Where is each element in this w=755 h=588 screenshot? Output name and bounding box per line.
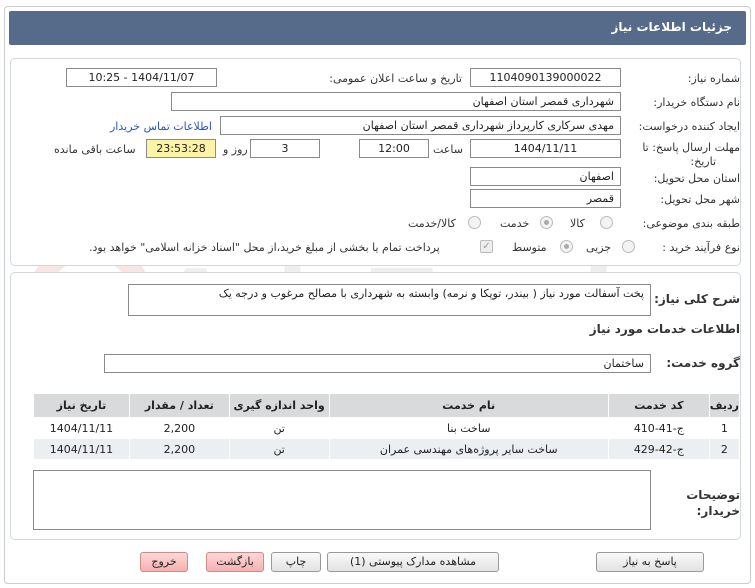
deadline-date-field: 1404/11/11 xyxy=(470,139,621,158)
col-qty: تعداد / مقدار xyxy=(128,393,230,418)
cell-name: ساخت بنا xyxy=(328,417,609,439)
info-panel xyxy=(10,58,741,266)
cell-date: 1404/11/11 xyxy=(33,438,130,460)
buyer-notes-textarea[interactable] xyxy=(33,470,651,530)
category-option-service: خدمت xyxy=(500,217,530,230)
buyer-org-label: نام دستگاه خریدار: xyxy=(653,96,740,109)
process-option-minor: جزیی xyxy=(586,241,612,254)
cell-unit: تن xyxy=(228,438,330,460)
cell-date: 1404/11/11 xyxy=(33,417,130,439)
col-row: ردیف xyxy=(708,393,741,418)
buyer-notes-label: توضیحات xyxy=(686,488,740,502)
attachments-button[interactable]: مشاهده مدارک پیوستی (1) xyxy=(327,552,499,572)
process-option-medium: متوسط xyxy=(512,241,547,254)
table-header-row: ردیف کد خدمت نام خدمت واحد اندازه گیری ت… xyxy=(33,393,741,418)
city-field: قمصر xyxy=(470,189,621,208)
buyer-notes-label-2: خریدار: xyxy=(696,504,740,518)
col-unit: واحد اندازه گیری xyxy=(228,393,330,418)
announce-label: تاریخ و ساعت اعلان عمومی: xyxy=(329,72,462,85)
category-radio-goods-service[interactable] xyxy=(468,216,481,229)
cell-code: ج-41-410 xyxy=(607,417,710,439)
treasury-bond-checkbox[interactable]: ✓ xyxy=(480,240,493,253)
category-option-goods-service: کالا/خدمت xyxy=(408,217,456,230)
treasury-note: پرداخت تمام یا بخشی از مبلغ خرید،از محل … xyxy=(89,241,440,254)
category-option-goods: کالا xyxy=(570,217,585,230)
cell-name: ساخت سایر پروژه‌های مهندسی عمران xyxy=(328,438,609,460)
service-group-field: ساختمان xyxy=(104,354,651,373)
province-field: اصفهان xyxy=(470,167,621,186)
city-label: شهر محل تحویل: xyxy=(660,193,740,206)
buyer-org-field: شهرداری قمصر استان اصفهان xyxy=(171,92,621,111)
table-row: 2 ج-42-429 ساخت سایر پروژه‌های مهندسی عم… xyxy=(33,438,741,460)
description-textarea[interactable]: پخت آسفالت مورد نیاز ( بیندر، توپکا و نر… xyxy=(128,284,651,316)
days-label: روز و xyxy=(223,143,248,156)
category-label: طبقه بندی موضوعی: xyxy=(642,217,740,230)
deadline-time-field: 12:00 xyxy=(359,139,429,158)
requester-label: ایجاد کننده درخواست: xyxy=(638,120,740,133)
cell-unit: تن xyxy=(228,417,330,439)
need-number-label: شماره نیاز: xyxy=(687,72,740,85)
days-remaining-field: 3 xyxy=(250,139,320,158)
cell-qty: 2,200 xyxy=(128,417,230,439)
deadline-time-label: ساعت xyxy=(433,143,463,156)
process-radio-minor[interactable] xyxy=(622,240,635,253)
table-row: 1 ج-41-410 ساخت بنا تن 2,200 1404/11/11 xyxy=(33,417,741,439)
process-radio-medium[interactable] xyxy=(560,240,573,253)
col-code: کد خدمت xyxy=(607,393,710,418)
title-bar: جزئیات اطلاعات نیاز xyxy=(9,11,746,45)
announce-datetime-field: 1404/11/07 - 10:25 xyxy=(66,68,217,87)
deadline-label: مهلت ارسال پاسخ: تا xyxy=(642,141,740,154)
print-button[interactable]: چاپ xyxy=(271,552,321,572)
page-title: جزئیات اطلاعات نیاز xyxy=(611,20,732,34)
col-date: تاریخ نیاز xyxy=(33,393,130,418)
reply-button[interactable]: پاسخ به نیاز xyxy=(596,552,704,572)
deadline-label-date: تاریخ: xyxy=(690,155,716,168)
category-radio-goods[interactable] xyxy=(600,216,613,229)
need-number-field: 1104090139000022 xyxy=(470,68,621,87)
cell-row: 2 xyxy=(708,438,741,460)
remaining-time-field: 23:53:28 xyxy=(146,139,216,158)
cell-qty: 2,200 xyxy=(128,438,230,460)
buyer-contact-link[interactable]: اطلاعات تماس خریدار xyxy=(110,120,212,133)
process-label: نوع فرآیند خرید : xyxy=(662,241,740,254)
cell-row: 1 xyxy=(708,417,741,439)
service-group-label: گروه خدمت: xyxy=(666,356,740,370)
description-label: شرح کلی نیاز: xyxy=(654,292,740,306)
category-radio-service[interactable] xyxy=(540,216,553,229)
exit-button[interactable]: خروج xyxy=(140,552,188,572)
back-button[interactable]: بازگشت xyxy=(206,552,264,572)
services-section-title: اطلاعات خدمات مورد نیاز xyxy=(589,322,740,336)
remaining-label: ساعت باقی مانده xyxy=(54,143,136,156)
requester-field: مهدی سرکاری کارپرداز شهرداری قمصر استان … xyxy=(220,116,621,135)
services-table: ردیف کد خدمت نام خدمت واحد اندازه گیری ت… xyxy=(33,393,741,460)
province-label: استان محل تحویل: xyxy=(653,172,740,185)
col-name: نام خدمت xyxy=(328,393,609,418)
cell-code: ج-42-429 xyxy=(607,438,710,460)
